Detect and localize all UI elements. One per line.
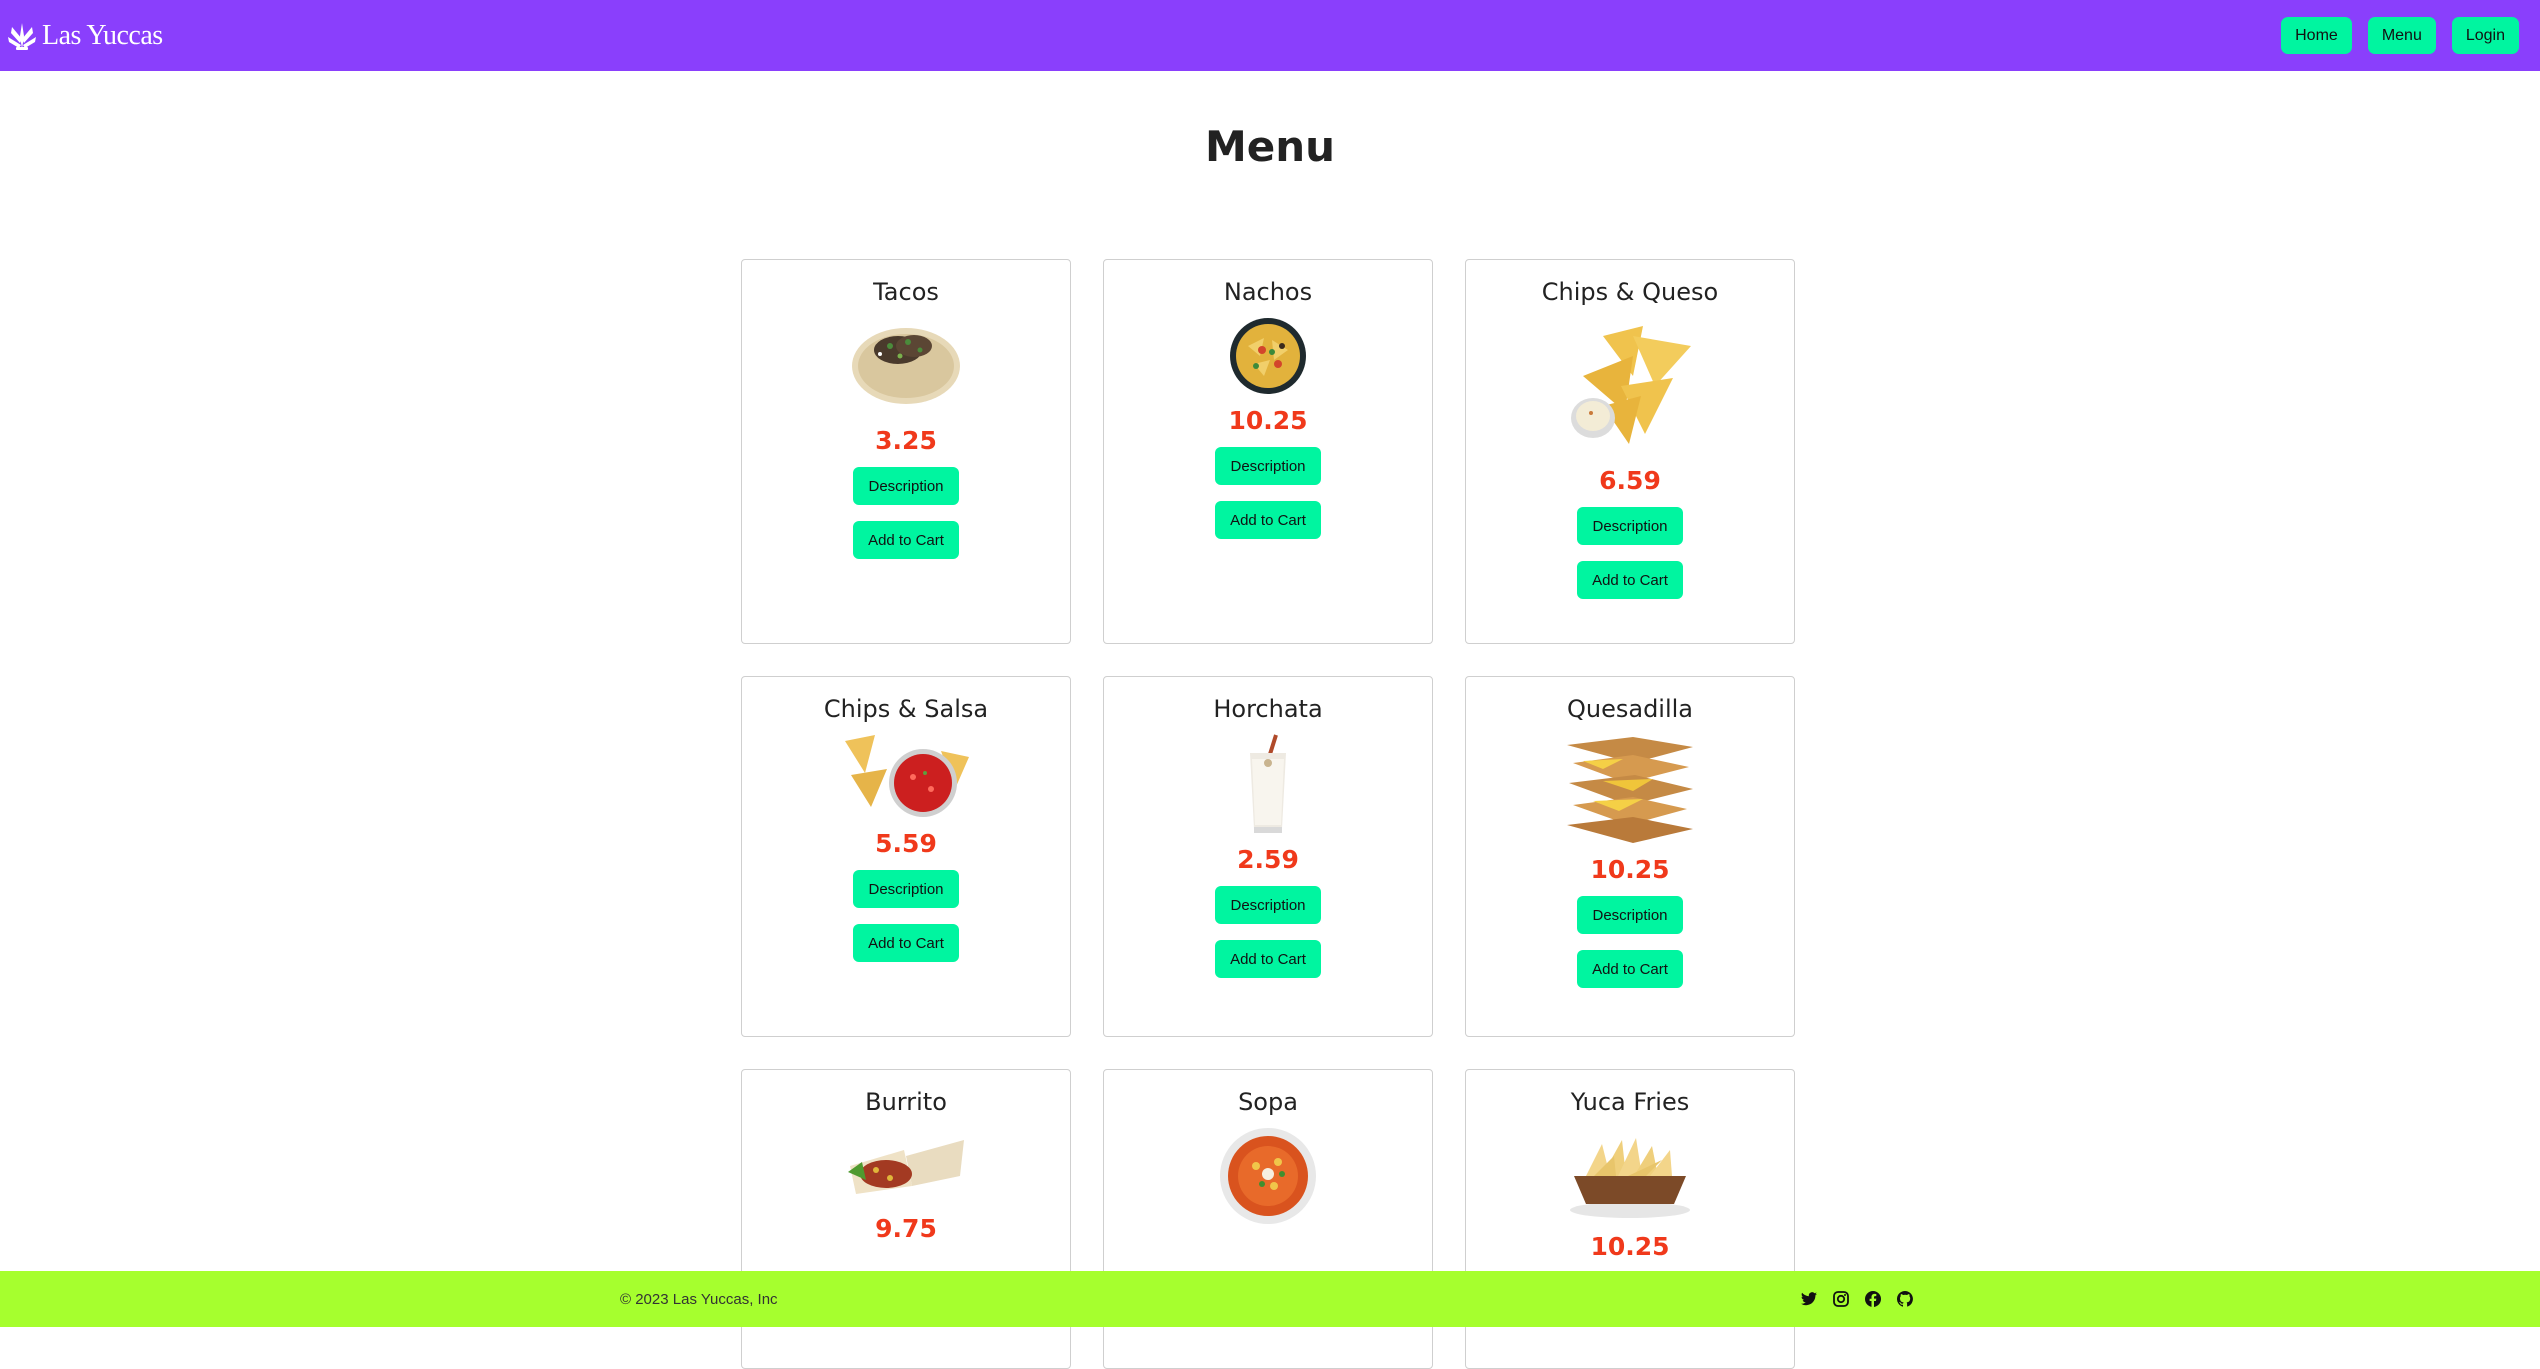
item-price: 10.25 <box>1228 406 1308 435</box>
item-name: Burrito <box>865 1088 947 1116</box>
description-button[interactable]: Description <box>1577 507 1683 545</box>
add-to-cart-button[interactable]: Add to Cart <box>853 521 959 559</box>
brand-logo[interactable]: Las Yuccas <box>8 20 163 52</box>
item-name: Chips & Salsa <box>823 695 989 723</box>
facebook-icon[interactable] <box>1864 1290 1882 1308</box>
add-to-cart-button[interactable]: Add to Cart <box>1215 940 1321 978</box>
item-price: 3.25 <box>875 426 937 455</box>
item-name: Chips & Queso <box>1541 278 1719 306</box>
yucca-logo-icon <box>8 22 36 50</box>
description-button[interactable]: Description <box>1577 896 1683 934</box>
item-name: Quesadilla <box>1566 695 1694 723</box>
tacos-image <box>850 316 962 408</box>
menu-card-chips-queso: Chips & Queso 6.59 Description Add to Ca… <box>1465 259 1795 644</box>
item-price: 2.59 <box>1237 845 1299 874</box>
nav-buttons: Home Menu Login <box>2281 17 2519 54</box>
nav-home-button[interactable]: Home <box>2281 17 2352 54</box>
chips-queso-image <box>1563 316 1697 450</box>
nav-login-button[interactable]: Login <box>2451 17 2519 54</box>
chips-salsa-image <box>841 733 971 819</box>
menu-card-horchata: Horchata 2.59 Description Add to Cart <box>1103 676 1433 1037</box>
github-icon[interactable] <box>1896 1290 1914 1308</box>
menu-card-nachos: Nachos 10.25 Description Add to Cart <box>1103 259 1433 644</box>
item-name: Yuca Fries <box>1570 1088 1690 1116</box>
add-to-cart-button[interactable]: Add to Cart <box>1577 950 1683 988</box>
description-button[interactable]: Description <box>853 870 959 908</box>
horchata-image <box>1238 733 1298 837</box>
add-to-cart-button[interactable]: Add to Cart <box>1215 501 1321 539</box>
nav-menu-button[interactable]: Menu <box>2367 17 2436 54</box>
social-links <box>1800 1290 1914 1308</box>
brand-name: Las Yuccas <box>42 19 163 51</box>
item-price: 5.59 <box>875 829 937 858</box>
item-name: Sopa <box>1238 1088 1298 1116</box>
item-price: 10.25 <box>1590 1232 1670 1261</box>
menu-grid: Tacos 3.25 Description Add to Cart Nacho… <box>741 259 1795 1369</box>
quesadilla-image <box>1563 733 1697 845</box>
yuca-fries-image <box>1566 1136 1694 1218</box>
menu-card-tacos: Tacos 3.25 Description Add to Cart <box>741 259 1071 644</box>
menu-card-chips-salsa: Chips & Salsa 5.59 Description Add to Ca… <box>741 676 1071 1037</box>
item-price: 9.75 <box>875 1214 937 1243</box>
instagram-icon[interactable] <box>1832 1290 1850 1308</box>
item-name: Nachos <box>1223 278 1313 306</box>
item-name: Horchata <box>1213 695 1323 723</box>
description-button[interactable]: Description <box>1215 886 1321 924</box>
copyright-text: © 2023 Las Yuccas, Inc <box>620 1290 778 1308</box>
page-title: Menu <box>1204 122 1336 171</box>
nachos-image <box>1228 316 1308 396</box>
add-to-cart-button[interactable]: Add to Cart <box>1577 561 1683 599</box>
navbar: Las Yuccas Home Menu Login <box>0 0 2540 71</box>
add-to-cart-button[interactable]: Add to Cart <box>853 924 959 962</box>
twitter-icon[interactable] <box>1800 1290 1818 1308</box>
footer: © 2023 Las Yuccas, Inc <box>0 1271 2540 1327</box>
description-button[interactable]: Description <box>1215 447 1321 485</box>
description-button[interactable]: Description <box>853 467 959 505</box>
menu-card-quesadilla: Quesadilla 10.25 Description Add to Cart <box>1465 676 1795 1037</box>
burrito-image <box>846 1136 966 1198</box>
sopa-image <box>1218 1126 1318 1226</box>
item-price: 10.25 <box>1590 855 1670 884</box>
item-name: Tacos <box>873 278 939 306</box>
item-price: 6.59 <box>1599 466 1661 495</box>
